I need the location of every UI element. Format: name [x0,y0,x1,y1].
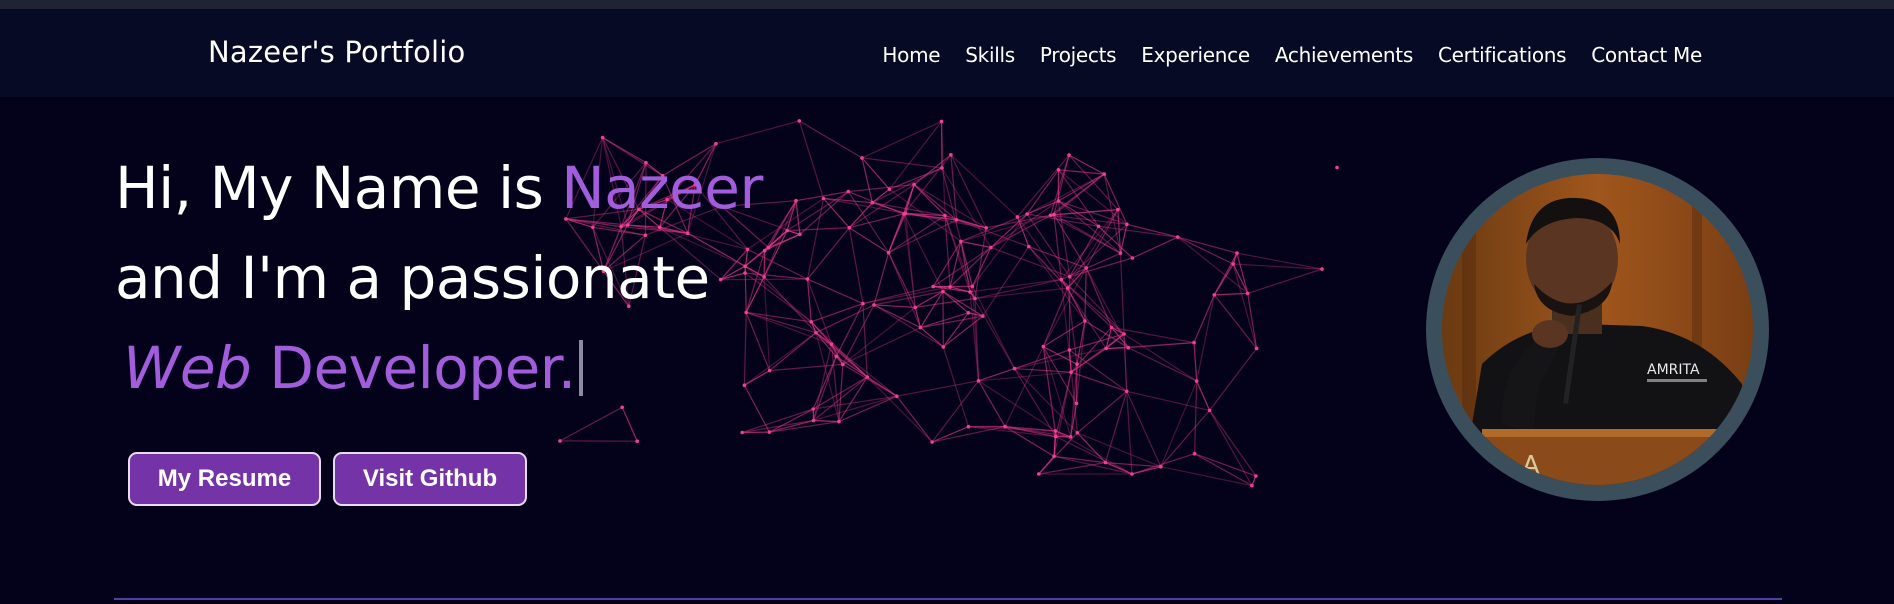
hero-headline: Hi, My Name is Nazeer and I'm a passiona… [115,143,763,413]
hero-name: Nazeer [561,154,763,222]
nav-link-achievements[interactable]: Achievements [1275,43,1413,67]
nav-link-contact[interactable]: Contact Me [1591,43,1702,67]
nav-links: Home Skills Projects Experience Achievem… [882,43,1702,67]
typing-caret [578,340,583,396]
navbar: Nazeer's Portfolio Home Skills Projects … [0,9,1894,97]
headline-line-3: Web Developer. [115,323,763,413]
role-web: Web [123,334,252,402]
nav-link-experience[interactable]: Experience [1141,43,1250,67]
section-divider [114,598,1782,600]
brand-title[interactable]: Nazeer's Portfolio [208,35,466,69]
nav-link-home[interactable]: Home [882,43,940,67]
my-resume-button[interactable]: My Resume [128,452,321,506]
nav-link-skills[interactable]: Skills [965,43,1015,67]
hero-section: Hi, My Name is Nazeer and I'm a passiona… [0,97,1894,604]
headline-line-2: and I'm a passionate [115,244,710,312]
profile-photo-frame: AMRITA A [1426,158,1769,501]
visit-github-button[interactable]: Visit Github [333,452,527,506]
nav-link-projects[interactable]: Projects [1040,43,1117,67]
headline-line-1: Hi, My Name is Nazeer [115,154,763,222]
svg-text:A: A [1522,451,1540,481]
profile-photo: AMRITA A [1442,174,1753,485]
role-rest: Developer. [251,334,576,402]
nav-link-certifications[interactable]: Certifications [1438,43,1567,67]
shirt-logo-text: AMRITA [1647,362,1700,378]
browser-top-strip [0,0,1894,9]
